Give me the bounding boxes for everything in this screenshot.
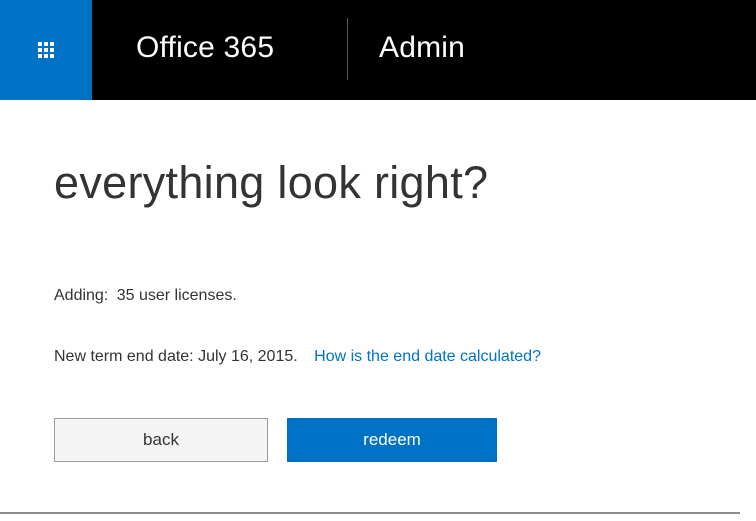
- end-date-help-link[interactable]: How is the end date calculated?: [314, 348, 541, 365]
- header-divider: [347, 18, 348, 80]
- admin-app-name[interactable]: Admin: [379, 28, 465, 68]
- back-button[interactable]: back: [54, 418, 268, 462]
- redeem-button[interactable]: redeem: [287, 418, 497, 462]
- adding-summary: Adding: 35 user licenses.: [54, 286, 237, 306]
- top-navigation-bar: Office 365 Admin: [0, 0, 756, 100]
- office-365-brand[interactable]: Office 365: [136, 28, 274, 68]
- adding-value: 35 user licenses.: [116, 287, 237, 304]
- page-title: everything look right?: [54, 157, 489, 208]
- waffle-grid-icon: [38, 42, 54, 58]
- term-end-text: New term end date: July 16, 2015.: [54, 348, 298, 365]
- adding-label: Adding:: [54, 287, 109, 304]
- bottom-divider: [0, 512, 740, 514]
- app-launcher-button[interactable]: [0, 0, 92, 100]
- term-end-summary: New term end date: July 16, 2015. How is…: [54, 347, 541, 367]
